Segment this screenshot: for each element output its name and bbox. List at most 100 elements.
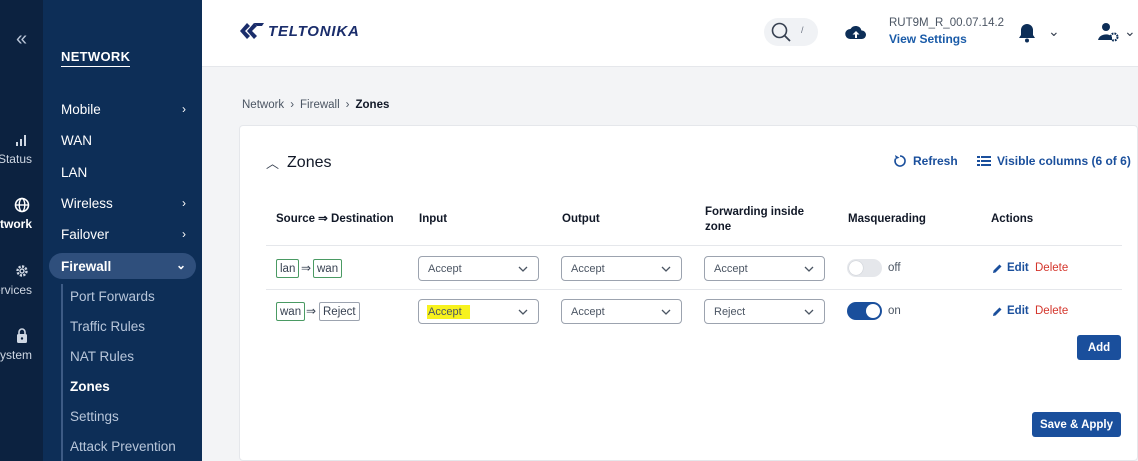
forwarding-policy-select[interactable]: Reject <box>704 299 825 324</box>
input-policy-select[interactable]: Accept <box>418 256 539 281</box>
view-settings-link[interactable]: View Settings <box>889 32 967 46</box>
destination-zone-tag: Reject <box>319 302 360 321</box>
signal-bars-icon <box>0 130 43 150</box>
section-title: Zones <box>287 153 332 171</box>
column-header-masquerading: Masquerading <box>848 213 926 225</box>
visible-columns-button[interactable]: Visible columns (6 of 6) <box>977 154 1131 168</box>
toggle-knob <box>866 304 880 318</box>
toggle-knob <box>849 261 863 275</box>
chevron-down-icon <box>661 309 671 315</box>
breadcrumb-zones: Zones <box>355 99 390 111</box>
breadcrumb-firewall[interactable]: Firewall <box>300 99 340 111</box>
submenu-guide-line <box>61 284 63 461</box>
teltonika-mark-icon <box>240 23 264 39</box>
sidebar-subitem-nat-rules[interactable]: NAT Rules <box>70 349 134 364</box>
sidebar-item-failover[interactable]: Failover › <box>49 221 196 247</box>
sidebar-item-firewall[interactable]: Firewall ⌄ <box>49 253 196 279</box>
lock-icon <box>0 326 43 346</box>
chevron-right-icon: › <box>182 102 186 116</box>
sidebar-item-label: Wireless <box>61 195 113 211</box>
breadcrumb: Network › Firewall › Zones <box>242 99 389 111</box>
network-sidebar: NETWORK Mobile › WAN LAN Wireless › Fail… <box>43 0 202 461</box>
chevron-right-icon: › <box>182 227 186 241</box>
rail-item-label: Status <box>0 152 32 166</box>
search-icon <box>771 22 791 42</box>
rail-item-label: Network <box>0 217 32 231</box>
chevron-down-icon: ⌄ <box>1124 23 1136 39</box>
icon-rail: « Status Network Services System <box>0 0 43 461</box>
select-value: Accept <box>571 262 605 275</box>
sidebar-subitem-settings[interactable]: Settings <box>70 409 119 424</box>
sidebar-item-label: Failover <box>61 226 110 242</box>
masquerading-state: on <box>888 305 901 317</box>
zones-section-header[interactable]: ︿ Zones <box>266 153 331 172</box>
rail-item-system[interactable]: System <box>0 326 43 376</box>
sidebar-subitem-zones[interactable]: Zones <box>70 379 110 394</box>
edit-label: Edit <box>1007 305 1029 317</box>
column-header-input: Input <box>419 213 448 225</box>
sidebar-item-mobile[interactable]: Mobile › <box>49 96 196 122</box>
user-menu-button[interactable]: ⌄ <box>1095 18 1138 48</box>
masquerading-toggle[interactable] <box>847 259 882 277</box>
bell-icon <box>1019 24 1035 43</box>
table-divider <box>266 289 1122 290</box>
masquerading-state: off <box>888 262 901 274</box>
chevron-down-icon: ⌄ <box>1048 23 1060 39</box>
delete-button[interactable]: Delete <box>1035 305 1068 317</box>
sidebar-subitem-port-forwards[interactable]: Port Forwards <box>70 289 155 304</box>
chevron-down-icon <box>661 266 671 272</box>
column-header-actions: Actions <box>991 213 1034 225</box>
brand-name: TELTONIKA <box>268 22 360 40</box>
masquerading-toggle[interactable] <box>847 302 882 320</box>
forwarding-policy-select[interactable]: Accept <box>704 256 825 281</box>
refresh-label: Refresh <box>913 154 958 168</box>
sidebar-item-lan[interactable]: LAN <box>49 159 196 185</box>
globe-icon <box>0 195 43 215</box>
select-value: Accept <box>427 304 470 319</box>
input-policy-select[interactable]: Accept <box>418 299 539 324</box>
add-button[interactable]: Add <box>1077 335 1121 360</box>
sidebar-item-wan[interactable]: WAN <box>49 127 196 153</box>
select-value: Accept <box>571 305 605 318</box>
column-header-output: Output <box>562 213 600 225</box>
teltonika-logo[interactable]: TELTONIKA <box>238 20 360 42</box>
gear-icon <box>0 261 43 281</box>
chevron-down-icon <box>804 309 814 315</box>
collapse-sidebar-icon[interactable]: « <box>0 28 43 51</box>
cloud-upload-icon[interactable] <box>844 21 868 45</box>
chevron-up-icon: ︿ <box>266 156 280 171</box>
output-policy-select[interactable]: Accept <box>561 256 682 281</box>
user-settings-icon <box>1098 23 1119 42</box>
sidebar-item-wireless[interactable]: Wireless › <box>49 190 196 216</box>
source-zone-tag: lan <box>276 259 300 278</box>
chevron-down-icon: ⌄ <box>175 258 186 272</box>
chevron-right-icon: › <box>182 196 186 210</box>
edit-button[interactable]: Edit <box>992 305 1029 317</box>
refresh-button[interactable]: Refresh <box>893 154 958 168</box>
edit-button[interactable]: Edit <box>992 262 1029 274</box>
sidebar-item-label: LAN <box>61 164 88 180</box>
search-button[interactable]: / <box>764 18 818 46</box>
sidebar-item-label: Firewall <box>61 258 112 274</box>
rail-item-status[interactable]: Status <box>0 130 43 180</box>
output-policy-select[interactable]: Accept <box>561 299 682 324</box>
column-header-source-destination: Source ⇒ Destination <box>276 213 394 225</box>
table-divider <box>266 245 1122 246</box>
sidebar-subitem-traffic-rules[interactable]: Traffic Rules <box>70 319 145 334</box>
breadcrumb-network[interactable]: Network <box>242 99 284 111</box>
sidebar-item-label: WAN <box>61 132 92 148</box>
rail-item-label: System <box>0 348 32 362</box>
rail-item-services[interactable]: Services <box>0 261 43 311</box>
zones-card: ︿ Zones Refresh Visible columns (6 of 6)… <box>239 125 1138 461</box>
rail-item-network[interactable]: Network <box>0 195 43 245</box>
sidebar-subitem-attack-prevention[interactable]: Attack Prevention <box>70 439 176 454</box>
sidebar-title: NETWORK <box>61 49 131 67</box>
search-shortcut: / <box>801 25 804 35</box>
destination-zone-tag: wan <box>313 259 343 278</box>
save-apply-button[interactable]: Save & Apply <box>1032 412 1121 437</box>
notifications-button[interactable]: ⌄ <box>1014 18 1064 48</box>
delete-button[interactable]: Delete <box>1035 262 1068 274</box>
chevron-right-icon: › <box>345 99 350 111</box>
chevron-down-icon <box>518 309 528 315</box>
rail-item-label: Services <box>0 283 32 297</box>
